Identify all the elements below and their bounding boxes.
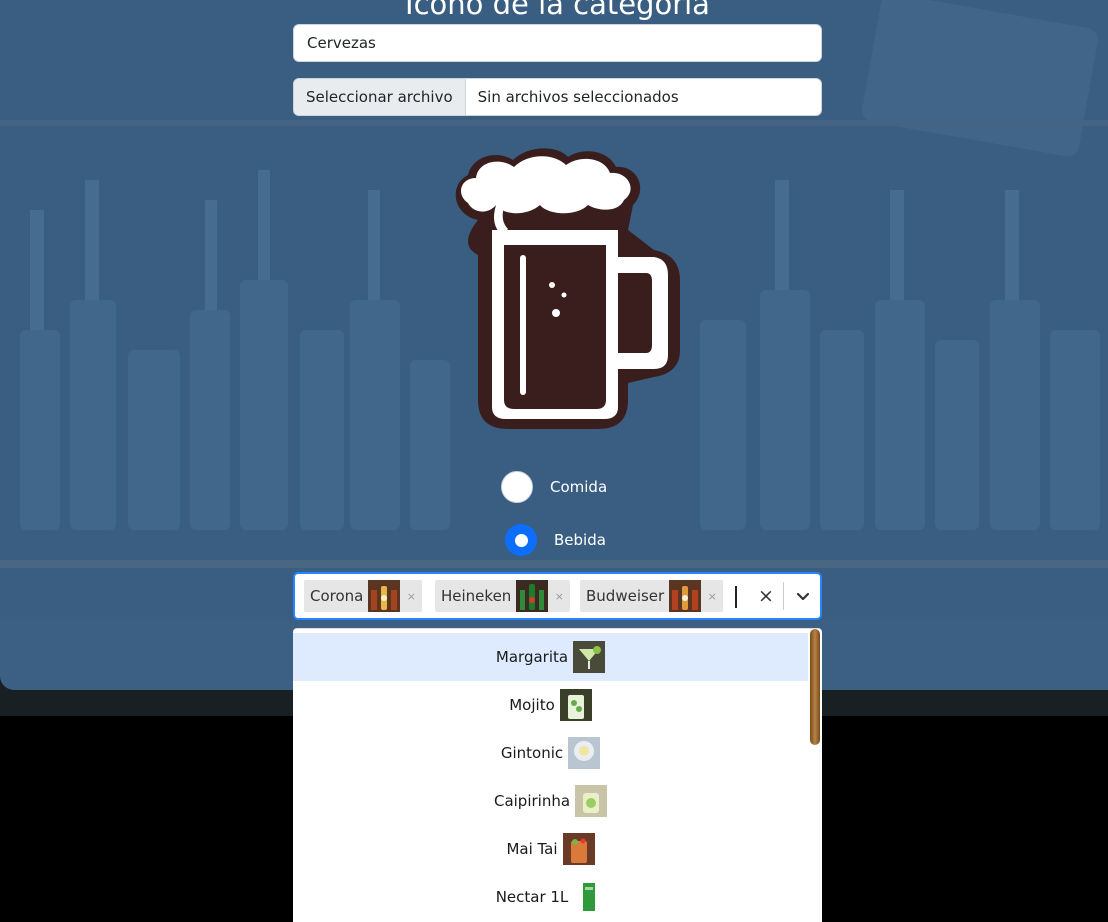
option-label: Mai Tai (506, 840, 558, 858)
selected-chip-heineken: Heineken × (435, 580, 571, 612)
radio-bebida[interactable]: Bebida (505, 524, 606, 556)
page-title: Icono de la categoria (405, 0, 710, 21)
chip-remove-button[interactable]: × (701, 590, 723, 603)
corona-thumbnail-icon (368, 580, 401, 612)
mojito-thumbnail-icon (559, 689, 592, 721)
heineken-thumbnail-icon (516, 580, 549, 612)
choose-file-button[interactable]: Seleccionar archivo (294, 79, 466, 115)
indicator-separator (783, 582, 784, 610)
clear-selection-button[interactable]: × (753, 582, 779, 610)
chip-label: Corona (310, 587, 364, 605)
text-cursor (735, 586, 737, 608)
option-label: Gintonic (500, 744, 564, 762)
dropdown-option-mojito[interactable]: Mojito (293, 681, 808, 729)
beer-mug-icon (455, 148, 680, 429)
dropdown-option-nectar-1l[interactable]: Nectar 1L (293, 873, 808, 921)
option-label: Nectar 1L (495, 888, 569, 906)
category-name-input[interactable]: Cervezas (293, 24, 822, 62)
chip-remove-button[interactable]: × (548, 590, 570, 603)
mai-tai-thumbnail-icon (562, 833, 595, 865)
radio-comida-label: Comida (550, 478, 608, 496)
chip-remove-button[interactable]: × (400, 590, 422, 603)
dropdown-option-mai-tai[interactable]: Mai Tai (293, 825, 808, 873)
radio-comida-circle[interactable] (501, 471, 533, 503)
chip-label: Heineken (441, 587, 512, 605)
dropdown-option-margarita[interactable]: Margarita (293, 633, 808, 681)
radio-bebida-circle[interactable] (505, 524, 537, 556)
budweiser-thumbnail-icon (669, 580, 702, 612)
option-label: Caipirinha (493, 792, 571, 810)
drinks-dropdown-menu[interactable]: Margarita Mojito Gintonic Caipirinha Mai… (293, 628, 822, 922)
nectar-1l-thumbnail-icon (573, 881, 606, 913)
file-status-text: Sin archivos seleccionados (477, 88, 679, 106)
option-label: Mojito (509, 696, 555, 714)
radio-comida[interactable]: Comida (501, 471, 607, 503)
drinks-multiselect[interactable]: Corona × Heineken × Budweiser × × (293, 572, 822, 620)
dropdown-option-caipirinha[interactable]: Caipirinha (293, 777, 808, 825)
selected-chip-corona: Corona × (304, 580, 423, 612)
gintonic-thumbnail-icon (568, 737, 601, 769)
option-label: Margarita (495, 648, 569, 666)
selected-chip-budweiser: Budweiser × (580, 580, 724, 612)
dropdown-scrollbar[interactable] (810, 629, 820, 745)
margarita-thumbnail-icon (573, 641, 606, 673)
chevron-down-icon[interactable] (793, 586, 813, 606)
radio-bebida-label: Bebida (554, 531, 606, 549)
caipirinha-thumbnail-icon (575, 785, 608, 817)
chip-label: Budweiser (586, 587, 665, 605)
dropdown-option-gintonic[interactable]: Gintonic (293, 729, 808, 777)
file-input[interactable]: Seleccionar archivo Sin archivos selecci… (293, 78, 822, 116)
